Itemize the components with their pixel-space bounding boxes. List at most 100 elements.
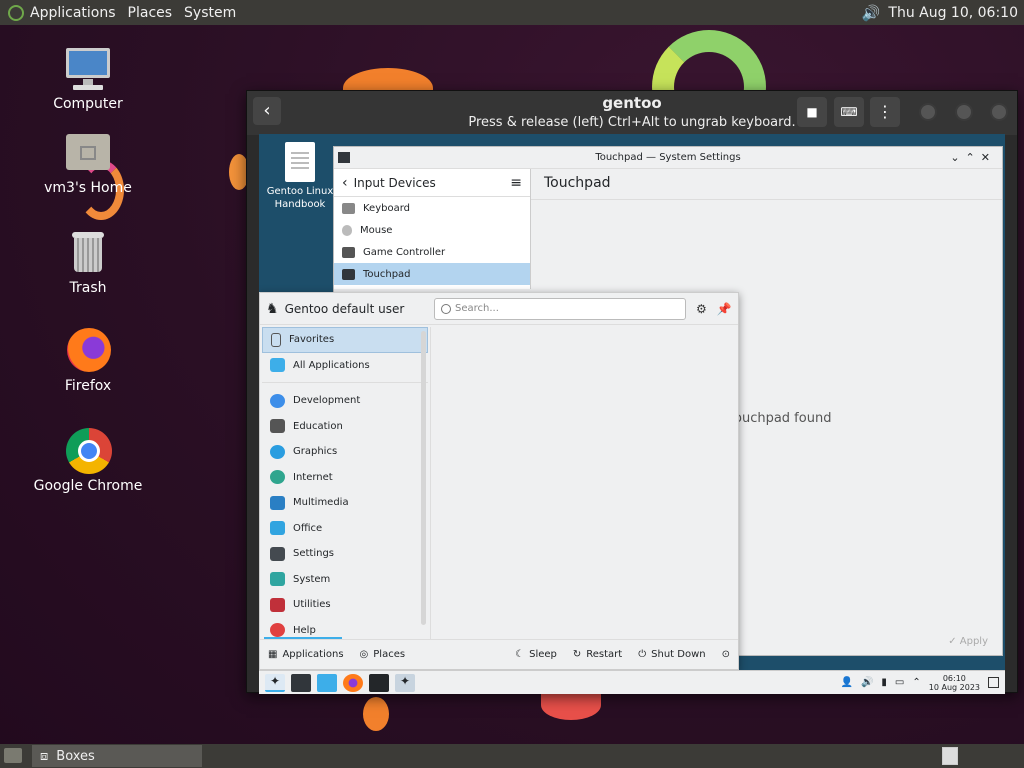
category-office[interactable]: Office (262, 516, 428, 542)
window-controls[interactable]: ⌄⌃✕ (950, 147, 996, 169)
category-label: Utilities (293, 599, 331, 611)
keyboard-icon (342, 202, 355, 214)
folder-icon[interactable] (317, 673, 337, 692)
category-multimedia[interactable]: Multimedia (262, 490, 428, 516)
category-scrollbar[interactable] (421, 331, 426, 625)
settings-item-mouse[interactable]: Mouse (334, 219, 530, 241)
taskbar-item-boxes[interactable]: ⧈ Boxes (32, 745, 202, 767)
applications-menu[interactable]: Applications (24, 5, 122, 21)
search-input[interactable]: Search... (434, 297, 686, 320)
settings-titlebar: Touchpad — System Settings ⌄⌃✕ (334, 147, 1002, 169)
category-development[interactable]: Development (262, 388, 428, 414)
application-launcher: ♞ Gentoo default user Search... ⚙ 📌 Favo… (259, 292, 739, 670)
sleep-button[interactable]: ☾ Sleep (507, 649, 565, 660)
gamepad-icon (342, 246, 355, 258)
desktop-icon-home[interactable]: vm3's Home (28, 130, 148, 196)
volume-icon[interactable]: 🔊 (861, 677, 873, 688)
guest-desktop-icon-handbook[interactable]: Gentoo Linux Handbook (265, 142, 335, 211)
more-options-icon[interactable]: ⊙ (714, 649, 738, 660)
tab-applications[interactable]: ▦ Applications (260, 649, 352, 660)
usb-icon[interactable]: ▮ (881, 677, 887, 688)
desktop-icon-firefox[interactable]: Firefox (28, 328, 148, 394)
chevron-left-icon[interactable]: ‹ (342, 175, 348, 191)
trash-icon (63, 230, 113, 276)
maximize-button[interactable] (955, 103, 973, 121)
settings-item-game-controller[interactable]: Game Controller (334, 241, 530, 263)
pin-icon[interactable]: 📌 (717, 302, 732, 316)
show-desktop-icon[interactable] (4, 748, 22, 763)
button-label: Restart (586, 649, 623, 660)
category-internet[interactable]: Internet (262, 465, 428, 491)
toolbox-icon (270, 597, 285, 612)
applications-pane (430, 327, 738, 639)
wallpaper-blob-bottom (541, 690, 601, 720)
settings-icon (270, 546, 285, 561)
category-favorites[interactable]: Favorites (262, 327, 428, 353)
divider (531, 199, 1002, 200)
launcher-header: ♞ Gentoo default user Search... ⚙ 📌 (260, 293, 738, 325)
guest-panel: ✦ ✦ 👤 🔊 ▮ ▭ ⌃ 06:10 10 Aug 2023 (259, 670, 1005, 694)
desktop-icon-computer[interactable]: Computer (28, 46, 148, 112)
filter-icon[interactable]: ⚙ (696, 302, 707, 316)
places-menu[interactable]: Places (122, 5, 179, 21)
console-icon[interactable] (369, 673, 389, 692)
tray-expand-icon[interactable]: ⌃ (912, 677, 920, 688)
desktop-icon-trash[interactable]: Trash (28, 230, 148, 296)
category-graphics[interactable]: Graphics (262, 439, 428, 465)
firefox-icon (63, 328, 113, 374)
display-icon[interactable]: ▭ (895, 677, 904, 688)
minimize-button[interactable] (919, 103, 937, 121)
guest-desktop-icon-label: Gentoo Linux Handbook (266, 186, 334, 210)
shutdown-button[interactable]: ⏻ Shut Down (630, 649, 713, 660)
category-label: Settings (293, 548, 335, 560)
user-icon[interactable]: 👤 (840, 677, 852, 688)
guest-display[interactable]: Gentoo Linux Handbook Touchpad — System … (259, 134, 1005, 694)
launcher-icon[interactable]: ✦ (265, 673, 285, 692)
apply-button[interactable]: ✓ Apply (948, 636, 988, 647)
category-label: Multimedia (293, 497, 349, 509)
desktop-icon-label: Trash (69, 280, 107, 296)
boxes-headerbar: ‹ gentoo Press & release (left) Ctrl+Alt… (247, 91, 1017, 135)
settings-item-touchpad[interactable]: Touchpad (334, 263, 530, 285)
terminal-icon[interactable] (291, 673, 311, 692)
system-menu[interactable]: System (178, 5, 242, 21)
discover-icon[interactable]: ✦ (395, 673, 415, 692)
restart-button[interactable]: ↻ Restart (565, 649, 630, 660)
back-label[interactable]: Input Devices (354, 176, 436, 190)
wallpaper-blob-bottom-small (363, 697, 389, 731)
category-label: Favorites (289, 334, 335, 346)
grid-icon: ▦ (268, 649, 278, 660)
workspace-switcher[interactable] (942, 747, 958, 765)
menu-dots-icon[interactable]: ⋮ (870, 97, 900, 127)
clock[interactable]: Thu Aug 10, 06:10 (888, 5, 1018, 21)
category-system[interactable]: System (262, 567, 428, 593)
vm-title: gentoo (602, 94, 662, 112)
category-utilities[interactable]: Utilities (262, 592, 428, 618)
category-label: System (293, 573, 331, 585)
desktop-icon-chrome[interactable]: Google Chrome (28, 428, 148, 494)
user-info[interactable]: ♞ Gentoo default user (260, 301, 430, 317)
keyboard-send-icon[interactable]: ⌨ (834, 97, 864, 127)
settings-page-title: Touchpad (544, 175, 611, 191)
tab-places[interactable]: ◎ Places (352, 649, 414, 660)
guest-clock[interactable]: 06:10 10 Aug 2023 (929, 674, 980, 692)
settings-item-label: Mouse (360, 224, 393, 236)
taskbar-item-label: Boxes (56, 748, 95, 764)
stop-icon[interactable]: ■ (797, 97, 827, 127)
category-label: Help (293, 624, 316, 636)
restart-icon: ↻ (572, 649, 582, 660)
category-label: Development (293, 395, 361, 407)
category-settings[interactable]: Settings (262, 541, 428, 567)
settings-item-keyboard[interactable]: Keyboard (334, 197, 530, 219)
mate-logo-icon[interactable] (8, 4, 24, 21)
category-all-applications[interactable]: All Applications (262, 353, 428, 379)
category-label: Office (293, 522, 323, 534)
hamburger-icon[interactable]: ≡ (510, 175, 522, 191)
multimedia-icon (270, 495, 285, 510)
close-button[interactable] (990, 103, 1008, 121)
volume-icon[interactable]: 🔊 (862, 4, 881, 22)
settings-item-label: Touchpad (363, 268, 411, 280)
category-education[interactable]: Education (262, 414, 428, 440)
firefox-icon[interactable] (343, 673, 363, 692)
show-desktop-icon[interactable] (988, 677, 999, 688)
